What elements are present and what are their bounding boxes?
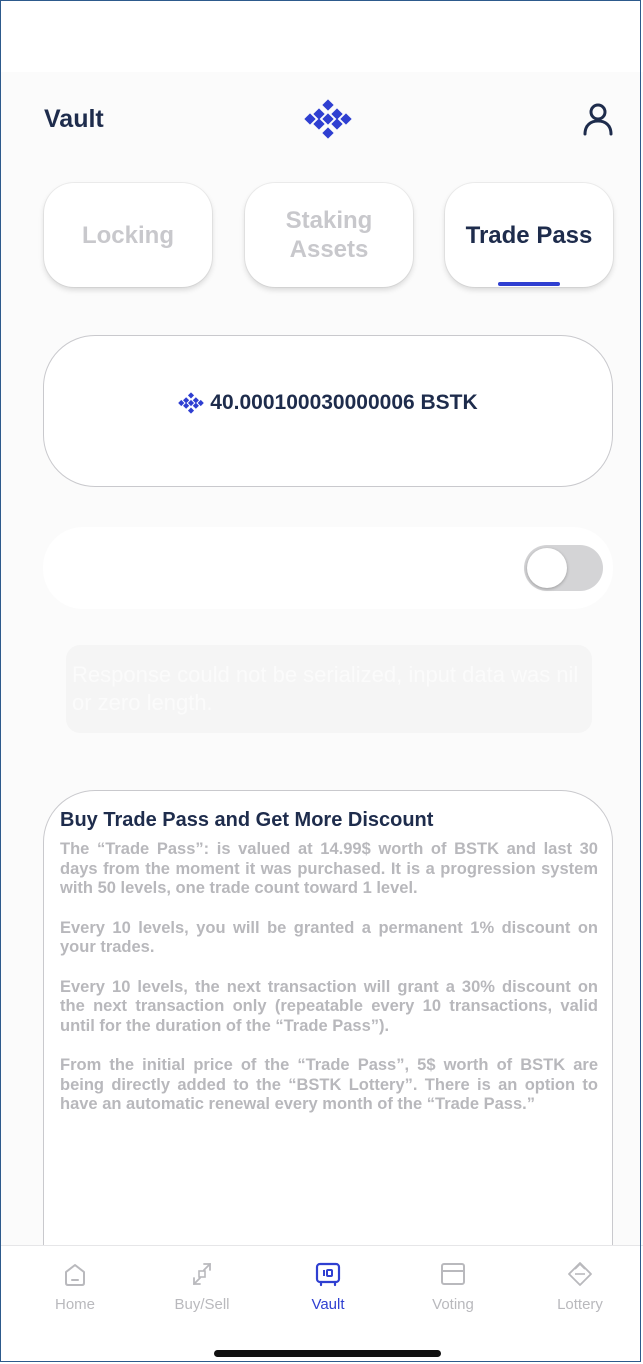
info-paragraph: The “Trade Pass”: is valued at 14.99$ wo…	[60, 840, 598, 897]
tab-trade-pass[interactable]: Trade Pass	[445, 183, 613, 287]
balance-amount: 40.000100030000006 BSTK	[210, 391, 478, 414]
nav-label: Home	[54, 1296, 95, 1313]
auto-renew-toggle[interactable]	[524, 545, 603, 591]
nav-vault[interactable]: Vault	[278, 1260, 378, 1313]
nav-home[interactable]: Home	[25, 1260, 125, 1313]
ballot-icon	[441, 1263, 465, 1285]
page-title: Vault	[44, 105, 104, 133]
ticket-icon	[568, 1262, 592, 1286]
vault-icon	[315, 1262, 341, 1287]
tab-locking[interactable]: Locking	[44, 183, 212, 287]
tab-label: Trade Pass	[465, 221, 593, 249]
nav-label: Buy/Sell	[174, 1296, 230, 1313]
auto-renew-row	[43, 527, 613, 609]
info-paragraph: Every 10 levels, you will be granted a p…	[60, 918, 598, 957]
active-tab-indicator	[498, 282, 560, 286]
user-icon[interactable]	[582, 102, 614, 136]
bottom-nav: Home Buy/Sell Vault Voting Lottery	[0, 1245, 643, 1364]
status-bar	[0, 0, 643, 72]
balance-card: 40.000100030000006 BSTK	[43, 335, 613, 487]
error-message: Response could not be serialized, input …	[66, 645, 592, 733]
tab-staking-assets[interactable]: Staking Assets	[245, 183, 413, 287]
home-icon	[65, 1264, 85, 1286]
app-header: Vault	[0, 72, 643, 167]
toggle-knob	[527, 548, 567, 588]
info-paragraph: From the initial price of the “Trade Pas…	[60, 1056, 598, 1113]
swap-icon	[193, 1263, 211, 1285]
nav-buy-sell[interactable]: Buy/Sell	[152, 1260, 252, 1313]
bstk-logo-icon	[304, 99, 352, 139]
home-indicator	[214, 1350, 441, 1357]
nav-lottery[interactable]: Lottery	[530, 1260, 630, 1313]
bstk-logo-icon	[178, 392, 205, 414]
trade-pass-info-card: Buy Trade Pass and Get More Discount The…	[43, 790, 613, 1260]
tab-label: Locking	[81, 221, 174, 249]
nav-label: Vault	[311, 1296, 345, 1313]
info-title: Buy Trade Pass and Get More Discount	[60, 809, 434, 831]
info-paragraph: Every 10 levels, the next transaction wi…	[60, 977, 598, 1035]
tab-label: Staking Assets	[285, 207, 373, 263]
nav-voting[interactable]: Voting	[403, 1260, 503, 1313]
balance-display: 40.000100030000006 BSTK	[44, 391, 612, 415]
nav-label: Voting	[432, 1296, 474, 1313]
nav-label: Lottery	[557, 1296, 603, 1313]
